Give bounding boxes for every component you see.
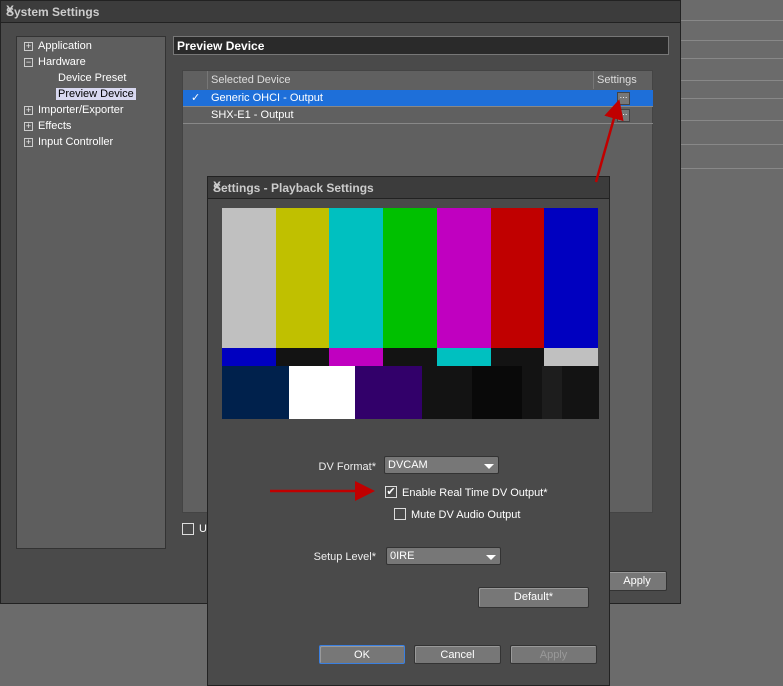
arrow-to-settings-button — [594, 99, 624, 183]
annotation-arrows — [270, 99, 624, 501]
